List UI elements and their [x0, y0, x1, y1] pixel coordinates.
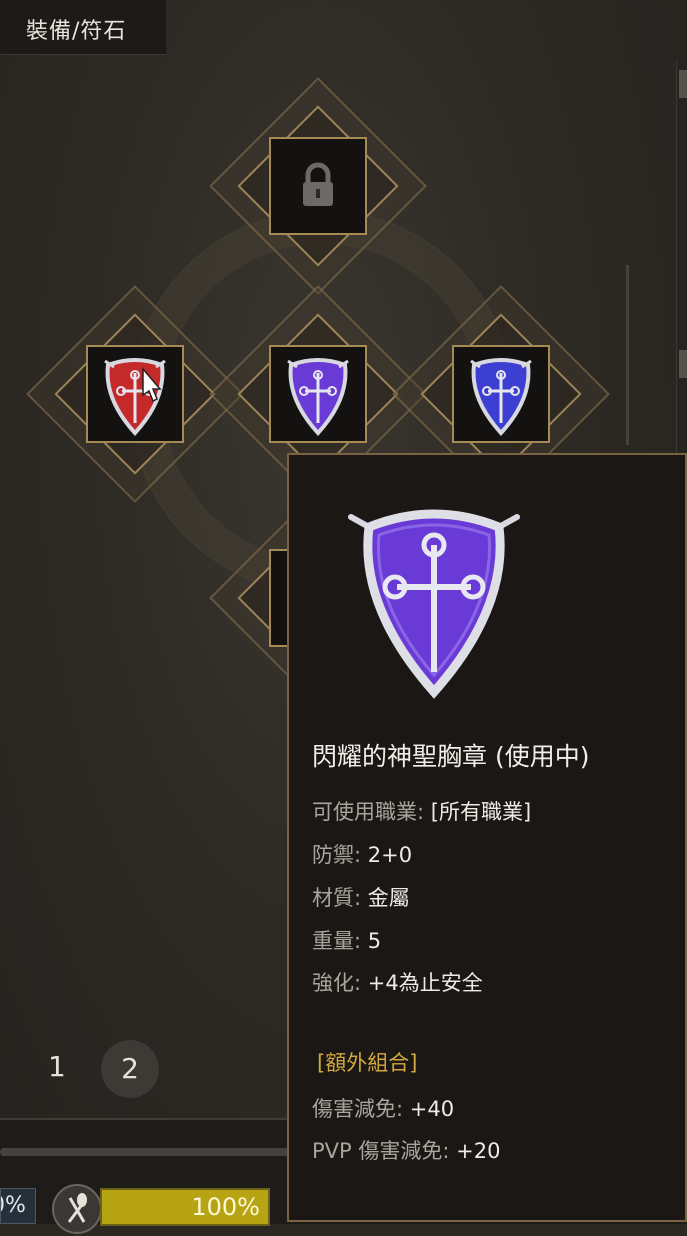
material-row: 材質: 金屬 — [312, 882, 410, 912]
weight-value: 5 — [367, 929, 382, 953]
page-1-button[interactable]: 1 — [48, 1050, 66, 1083]
right-edge-tab[interactable] — [679, 350, 687, 378]
material-value: 金屬 — [367, 886, 410, 910]
defense-value: 2+0 — [367, 843, 413, 867]
weight-row: 重量: 5 — [312, 925, 381, 955]
left-percent-value: 0% — [1, 1193, 26, 1218]
panel-title: 裝備/符石 — [26, 19, 127, 44]
item-tooltip: 閃耀的神聖胸章 (使用中) 可使用職業: [所有職業] 防禦: 2+0 材質: … — [287, 453, 687, 1222]
food-icon[interactable] — [52, 1184, 102, 1234]
red-shield-icon — [104, 358, 166, 436]
locked-slot[interactable] — [269, 137, 367, 235]
panel-header: 裝備/符石 — [0, 0, 166, 55]
food-gauge-value: 100% — [191, 1193, 260, 1221]
enchant-value: +4為止安全 — [367, 971, 483, 995]
blue-shield-slot[interactable] — [452, 345, 550, 443]
purple-shield-icon — [348, 509, 520, 699]
blue-shield-icon — [470, 358, 532, 436]
left-percent-gauge: 0% — [0, 1188, 36, 1224]
weight-label: 重量: — [312, 929, 362, 953]
pvp-reduction-value: +20 — [456, 1139, 501, 1163]
locked-slot-frame — [208, 76, 428, 296]
fork-spoon-icon — [67, 1193, 87, 1223]
item-name: 閃耀的神聖胸章 (使用中) — [312, 742, 590, 771]
lock-icon — [303, 162, 333, 206]
pvp-reduction-row: PVP 傷害減免: +20 — [312, 1135, 500, 1165]
defense-row: 防禦: 2+0 — [312, 839, 412, 869]
enchant-label: 強化: — [312, 971, 362, 995]
pvp-reduction-label: PVP 傷害減免: — [312, 1139, 450, 1163]
status-divider — [0, 1148, 300, 1156]
food-gauge-bar: 100% — [100, 1188, 270, 1226]
divider-line — [626, 265, 629, 445]
damage-reduction-label: 傷害減免: — [312, 1097, 404, 1121]
class-row: 可使用職業: [所有職業] — [312, 796, 531, 826]
red-shield-slot[interactable] — [86, 345, 184, 443]
material-label: 材質: — [312, 886, 362, 910]
class-value: [所有職業] — [430, 800, 532, 824]
page-2-button[interactable]: 2 — [101, 1040, 159, 1098]
defense-label: 防禦: — [312, 843, 362, 867]
enchant-row: 強化: +4為止安全 — [312, 967, 483, 997]
damage-reduction-row: 傷害減免: +40 — [312, 1093, 454, 1123]
damage-reduction-value: +40 — [409, 1097, 455, 1121]
purple-shield-icon — [287, 358, 349, 436]
class-label: 可使用職業: — [312, 800, 425, 824]
set-bonus-header: [額外組合] — [317, 1051, 418, 1075]
purple-shield-slot[interactable] — [269, 345, 367, 443]
right-edge-tab[interactable] — [679, 70, 687, 98]
